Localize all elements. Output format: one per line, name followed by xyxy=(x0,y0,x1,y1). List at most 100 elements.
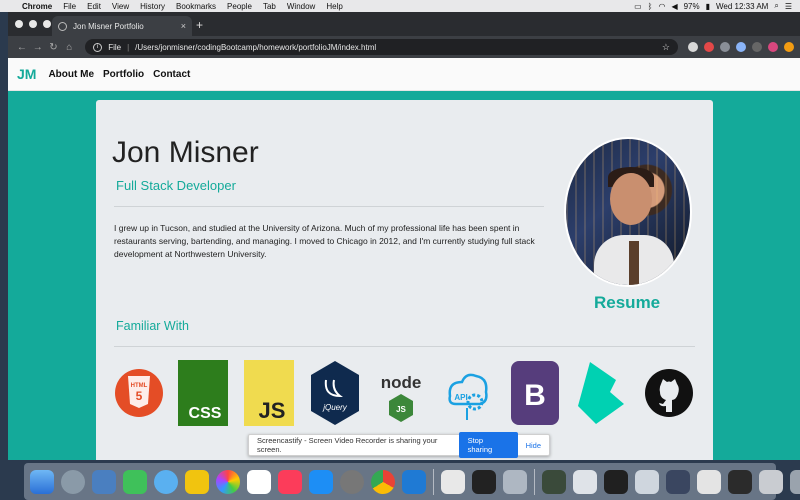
trash-icon[interactable] xyxy=(790,469,800,494)
window-thumbnail-icon[interactable] xyxy=(697,469,721,494)
menu-tab[interactable]: Tab xyxy=(263,2,276,11)
window-thumbnail-icon[interactable] xyxy=(573,469,597,494)
tab-title: Jon Misner Portfolio xyxy=(73,21,144,31)
dock xyxy=(24,463,800,500)
terminal-icon[interactable] xyxy=(472,469,496,494)
dock-separator xyxy=(534,468,535,495)
preview-icon[interactable] xyxy=(92,469,116,494)
zoom-window-button[interactable] xyxy=(43,20,51,28)
browser-toolbar: ← → ↻ ⌂ i File | /Users/jonmisner/coding… xyxy=(8,36,800,58)
menu-bookmarks[interactable]: Bookmarks xyxy=(176,2,216,11)
info-icon[interactable]: i xyxy=(93,42,103,52)
window-thumbnail-icon[interactable] xyxy=(759,469,783,494)
maps-icon[interactable] xyxy=(185,469,209,494)
jquery-label: jQuery xyxy=(322,403,348,412)
svg-text:5: 5 xyxy=(136,389,143,403)
battery-icon[interactable]: ▮ xyxy=(706,2,710,11)
window-thumbnail-icon[interactable] xyxy=(542,469,566,494)
extension-icon[interactable] xyxy=(703,42,714,52)
chrome-icon[interactable] xyxy=(371,469,395,494)
url-scheme: File xyxy=(108,42,122,52)
home-icon[interactable]: ⌂ xyxy=(61,42,77,53)
nodejs-icon: node JS xyxy=(376,360,426,426)
nav-contact[interactable]: Contact xyxy=(153,69,190,80)
volume-icon[interactable]: ◀ xyxy=(671,2,677,11)
minimize-window-button[interactable] xyxy=(29,20,37,28)
bulma-icon xyxy=(576,360,626,426)
api-label: API xyxy=(454,393,467,402)
forward-icon[interactable]: → xyxy=(30,42,46,53)
tab-bar: Jon Misner Portfolio × + xyxy=(8,12,800,36)
bootstrap-label: B xyxy=(524,379,546,412)
about-card: Jon Misner Full Stack Developer I grew u… xyxy=(96,100,713,460)
facetime-icon[interactable] xyxy=(123,469,147,494)
window-thumbnail-icon[interactable] xyxy=(666,469,690,494)
extension-icon[interactable] xyxy=(687,42,698,52)
finder-icon[interactable] xyxy=(30,469,54,494)
photos-icon[interactable] xyxy=(216,469,240,494)
menu-help[interactable]: Help xyxy=(326,2,342,11)
url-separator: | xyxy=(127,42,130,52)
bluetooth-icon[interactable]: ᛒ xyxy=(648,2,653,11)
calendar-icon[interactable] xyxy=(247,469,271,494)
reload-icon[interactable]: ↻ xyxy=(46,42,62,53)
window-thumbnail-icon[interactable] xyxy=(635,469,659,494)
js-label: JS xyxy=(259,398,286,423)
screencastify-icon[interactable] xyxy=(783,42,794,52)
extension-icon[interactable] xyxy=(719,42,730,52)
hide-button[interactable]: Hide xyxy=(526,441,541,450)
menu-bar: Chrome File Edit View History Bookmarks … xyxy=(0,0,800,12)
svg-text:JS: JS xyxy=(396,405,406,414)
menu-view[interactable]: View xyxy=(112,2,129,11)
back-icon[interactable]: ← xyxy=(14,42,30,53)
tab-close-icon[interactable]: × xyxy=(181,21,186,31)
system-preferences-icon[interactable] xyxy=(340,469,364,494)
app-store-icon[interactable] xyxy=(309,469,333,494)
brand-logo[interactable]: JM xyxy=(17,66,36,82)
bookmark-star-icon[interactable]: ☆ xyxy=(662,42,670,53)
search-icon[interactable]: ⌕ xyxy=(774,1,778,11)
resume-link[interactable]: Resume xyxy=(594,293,660,313)
menu-people[interactable]: People xyxy=(227,2,252,11)
dock-separator xyxy=(433,468,434,495)
css-label: CSS xyxy=(189,405,222,422)
nav-about-me[interactable]: About Me xyxy=(48,69,94,80)
nav-portfolio[interactable]: Portfolio xyxy=(103,69,144,80)
vscode-icon[interactable] xyxy=(402,469,426,494)
clock[interactable]: Wed 12:33 AM xyxy=(716,2,768,11)
site-navbar: JM About Me Portfolio Contact xyxy=(8,58,800,91)
extension-icon[interactable] xyxy=(751,42,762,52)
wifi-icon[interactable]: ◠ xyxy=(658,2,665,11)
browser-window: Jon Misner Portfolio × + ← → ↻ ⌂ i File … xyxy=(8,12,800,460)
window-thumbnail-icon[interactable] xyxy=(503,469,527,494)
close-window-button[interactable] xyxy=(15,20,23,28)
menu-edit[interactable]: Edit xyxy=(87,2,101,11)
jquery-icon: jQuery xyxy=(310,360,360,426)
window-thumbnail-icon[interactable] xyxy=(604,469,628,494)
status-area: ▭ ᛒ ◠ ◀ 97% ▮ Wed 12:33 AM ⌕ ☰ xyxy=(634,1,800,11)
window-thumbnail-icon[interactable] xyxy=(728,469,752,494)
new-tab-button[interactable]: + xyxy=(196,18,203,32)
webpage: JM About Me Portfolio Contact Jon Misner… xyxy=(8,58,800,460)
music-icon[interactable] xyxy=(278,469,302,494)
url-text[interactable]: /Users/jonmisner/codingBootcamp/homework… xyxy=(135,43,376,52)
tab-portfolio[interactable]: Jon Misner Portfolio × xyxy=(52,16,192,36)
address-bar[interactable]: i File | /Users/jonmisner/codingBootcamp… xyxy=(85,39,678,55)
puzzle-icon[interactable] xyxy=(735,42,746,52)
messages-icon[interactable] xyxy=(154,469,178,494)
globe-icon xyxy=(58,21,67,31)
battery-percent[interactable]: 97% xyxy=(684,2,700,11)
airplay-icon[interactable]: ▭ xyxy=(634,2,642,11)
menu-window[interactable]: Window xyxy=(287,2,315,11)
menu-chrome[interactable]: Chrome xyxy=(22,2,52,11)
menu-history[interactable]: History xyxy=(140,2,165,11)
slack-icon[interactable] xyxy=(441,469,465,494)
bootstrap-icon: B xyxy=(510,360,560,426)
menu-file[interactable]: File xyxy=(63,2,76,11)
launchpad-icon[interactable] xyxy=(61,469,85,494)
js-icon: JS xyxy=(244,360,294,426)
head-shape xyxy=(610,173,652,225)
avatar[interactable] xyxy=(767,42,778,52)
control-center-icon[interactable]: ☰ xyxy=(785,2,792,11)
stop-sharing-button[interactable]: Stop sharing xyxy=(458,432,518,458)
